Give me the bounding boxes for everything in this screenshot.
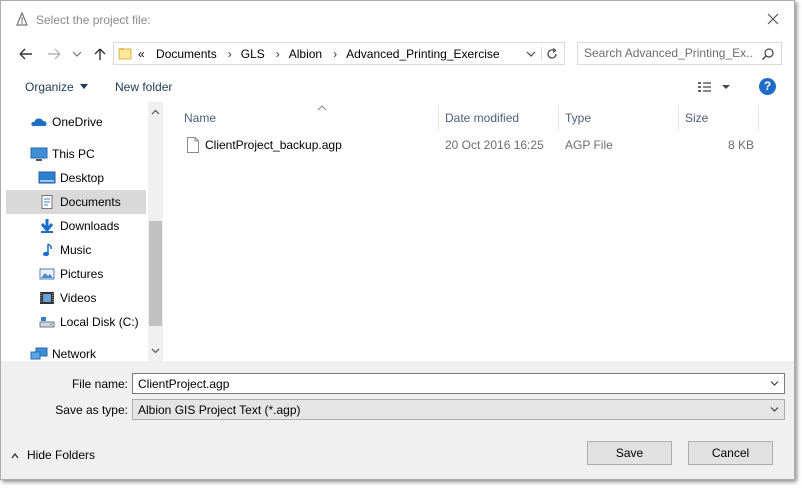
column-header-date[interactable]: Date modified: [439, 105, 559, 131]
hide-folders-toggle[interactable]: Hide Folders: [11, 448, 95, 462]
videos-icon: [40, 292, 54, 304]
column-header-label: Name: [184, 111, 217, 125]
file-icon: [187, 137, 199, 153]
search-input[interactable]: [584, 46, 754, 60]
computer-icon: [30, 147, 48, 161]
file-name-input[interactable]: ClientProject.agp: [132, 373, 785, 394]
sidebar-item-pictures[interactable]: Pictures: [6, 262, 146, 286]
file-row[interactable]: ClientProject_backup.agp 20 Oct 2016 16:…: [177, 134, 777, 156]
refresh-icon[interactable]: [541, 47, 559, 61]
sidebar-item-music[interactable]: Music: [6, 238, 146, 262]
scrollbar-thumb[interactable]: [149, 221, 162, 326]
sidebar-item-label: This PC: [52, 147, 95, 161]
app-icon: [16, 12, 28, 26]
cancel-button[interactable]: Cancel: [688, 441, 773, 465]
file-list: Name Date modified Type Size ClientProje…: [163, 102, 793, 361]
onedrive-icon: [31, 118, 47, 126]
chevron-up-icon: [11, 452, 19, 459]
new-folder-button[interactable]: New folder: [115, 80, 172, 94]
sidebar-item-this-pc[interactable]: This PC: [6, 142, 146, 166]
disk-icon: [39, 317, 55, 328]
forward-arrow-icon[interactable]: [45, 46, 63, 62]
column-header-size[interactable]: Size: [679, 105, 759, 131]
recent-locations-chevron-icon[interactable]: [71, 46, 83, 62]
scroll-down-chevron-icon[interactable]: [151, 346, 160, 355]
navigation-bar: « Documents › GLS › Albion › Advanced_Printing…: [1, 39, 794, 69]
close-icon[interactable]: [764, 10, 782, 28]
save-type-select[interactable]: Albion GIS Project Text (*.agp): [132, 399, 785, 420]
file-name-value: ClientProject.agp: [138, 377, 230, 391]
breadcrumb-separator-icon[interactable]: ›: [276, 47, 280, 61]
file-name-label: File name:: [71, 377, 128, 391]
address-dropdown-chevron-icon[interactable]: [524, 47, 538, 61]
breadcrumb-overflow[interactable]: «: [138, 47, 145, 61]
sidebar-item-documents[interactable]: Documents: [6, 190, 146, 214]
file-dialog: Select the project file: « Documents › GLS…: [0, 0, 795, 480]
breadcrumb-advanced-printing-exercise[interactable]: Advanced_Printing_Exercise: [346, 47, 499, 61]
column-header-name[interactable]: Name: [177, 105, 439, 131]
dialog-footer: File name: ClientProject.agp Save as typ…: [1, 361, 794, 479]
hide-folders-label: Hide Folders: [27, 448, 96, 462]
search-box: [577, 42, 782, 65]
save-type-value: Albion GIS Project Text (*.agp): [138, 403, 301, 417]
sidebar-item-label: Pictures: [60, 267, 104, 281]
sidebar-item-videos[interactable]: Videos: [6, 286, 146, 310]
save-type-label: Save as type:: [55, 403, 128, 417]
sidebar-item-label: Desktop: [60, 171, 105, 185]
sidebar-item-onedrive[interactable]: OneDrive: [6, 110, 146, 134]
sidebar-item-label: OneDrive: [52, 115, 103, 129]
column-header-label: Size: [685, 111, 709, 125]
back-arrow-icon[interactable]: [17, 46, 35, 62]
save-type-dropdown-chevron-icon[interactable]: [770, 406, 779, 413]
sidebar-item-label: Downloads: [60, 219, 120, 233]
file-type: AGP File: [565, 138, 613, 152]
sidebar-item-label: Network: [52, 347, 97, 361]
breadcrumb-separator-icon[interactable]: ›: [228, 47, 232, 61]
help-button[interactable]: ?: [759, 78, 776, 95]
navigation-pane: OneDrive This PC Desktop Documents Downl…: [6, 102, 163, 361]
sidebar-item-downloads[interactable]: Downloads: [6, 214, 146, 238]
breadcrumb-albion[interactable]: Albion: [289, 47, 322, 61]
breadcrumb-gls[interactable]: GLS: [241, 47, 265, 61]
file-name-dropdown-chevron-icon[interactable]: [770, 380, 779, 387]
title-bar: Select the project file:: [1, 1, 794, 39]
sidebar-item-label: Videos: [60, 291, 97, 305]
column-header-label: Type: [565, 111, 592, 125]
address-bar[interactable]: « Documents › GLS › Albion › Advanced_Printing…: [113, 42, 565, 65]
pictures-icon: [39, 268, 55, 280]
search-icon[interactable]: [761, 47, 775, 61]
folder-icon: [118, 48, 132, 60]
column-header-label: Date modified: [445, 111, 520, 125]
documents-icon: [41, 195, 53, 209]
sidebar-item-label: Local Disk (C:): [60, 315, 139, 329]
command-bar: Organize New folder ?: [1, 70, 794, 102]
file-size: 8 KB: [728, 138, 755, 152]
organize-label: Organize: [25, 80, 74, 94]
organize-button[interactable]: Organize: [25, 80, 88, 94]
breadcrumb: « Documents › GLS › Albion › Advanced_Printing…: [138, 47, 502, 61]
sidebar-item-label: Documents: [60, 195, 121, 209]
breadcrumb-separator-icon[interactable]: ›: [333, 47, 337, 61]
sidebar-item-local-disk[interactable]: Local Disk (C:): [6, 310, 146, 334]
sidebar-scrollbar[interactable]: [148, 102, 163, 361]
desktop-icon: [38, 171, 56, 184]
change-view-icon[interactable]: [697, 80, 733, 94]
organize-caret-icon: [79, 84, 88, 89]
file-name: ClientProject_backup.agp: [205, 138, 342, 152]
save-button[interactable]: Save: [587, 441, 672, 465]
breadcrumb-documents[interactable]: Documents: [156, 47, 217, 61]
up-arrow-icon[interactable]: [91, 46, 109, 62]
sort-ascending-icon: [317, 105, 327, 111]
window-title: Select the project file:: [36, 13, 151, 27]
network-icon: [30, 347, 48, 360]
sidebar-item-desktop[interactable]: Desktop: [6, 166, 146, 190]
scroll-up-chevron-icon[interactable]: [151, 108, 160, 117]
sidebar-item-network[interactable]: Network: [6, 342, 146, 361]
sidebar-item-label: Music: [60, 243, 92, 257]
column-header-type[interactable]: Type: [559, 105, 679, 131]
file-date: 20 Oct 2016 16:25: [445, 138, 544, 152]
music-icon: [43, 243, 52, 257]
downloads-icon: [40, 219, 54, 233]
